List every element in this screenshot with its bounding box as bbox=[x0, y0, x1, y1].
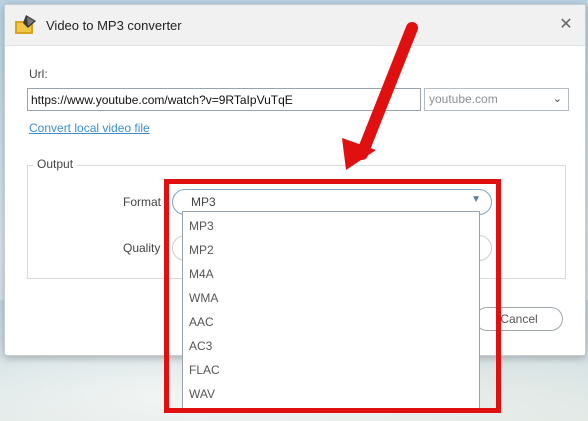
chevron-down-icon: ⌄ bbox=[552, 93, 562, 105]
format-dropdown-list: MP3 MP2 M4A WMA AAC AC3 FLAC WAV bbox=[182, 211, 480, 409]
format-option-mp2[interactable]: MP2 bbox=[189, 238, 469, 262]
output-legend: Output bbox=[33, 157, 78, 171]
dropdown-arrow-icon: ▼ bbox=[471, 194, 481, 205]
format-option-wma[interactable]: WMA bbox=[189, 286, 469, 310]
site-select-value: youtube.com bbox=[429, 92, 498, 106]
url-label: Url: bbox=[29, 67, 48, 81]
convert-local-link[interactable]: Convert local video file bbox=[29, 121, 150, 135]
format-option-flac[interactable]: FLAC bbox=[189, 358, 469, 382]
format-option-aac[interactable]: AAC bbox=[189, 310, 469, 334]
url-input[interactable] bbox=[27, 88, 421, 111]
format-select-value: MP3 bbox=[191, 195, 216, 209]
format-option-wav[interactable]: WAV bbox=[189, 382, 469, 406]
window-title: Video to MP3 converter bbox=[46, 18, 182, 33]
title-bar: Video to MP3 converter ✕ bbox=[5, 5, 585, 46]
format-label: Format bbox=[123, 195, 162, 209]
format-option-m4a[interactable]: M4A bbox=[189, 262, 469, 286]
close-icon[interactable]: ✕ bbox=[556, 15, 576, 35]
app-logo-icon bbox=[15, 15, 36, 34]
format-option-ac3[interactable]: AC3 bbox=[189, 334, 469, 358]
cancel-button[interactable]: Cancel bbox=[475, 307, 563, 331]
site-select[interactable]: youtube.com ⌄ bbox=[424, 88, 569, 111]
format-option-mp3[interactable]: MP3 bbox=[189, 214, 469, 238]
quality-label: Quality bbox=[123, 241, 161, 255]
